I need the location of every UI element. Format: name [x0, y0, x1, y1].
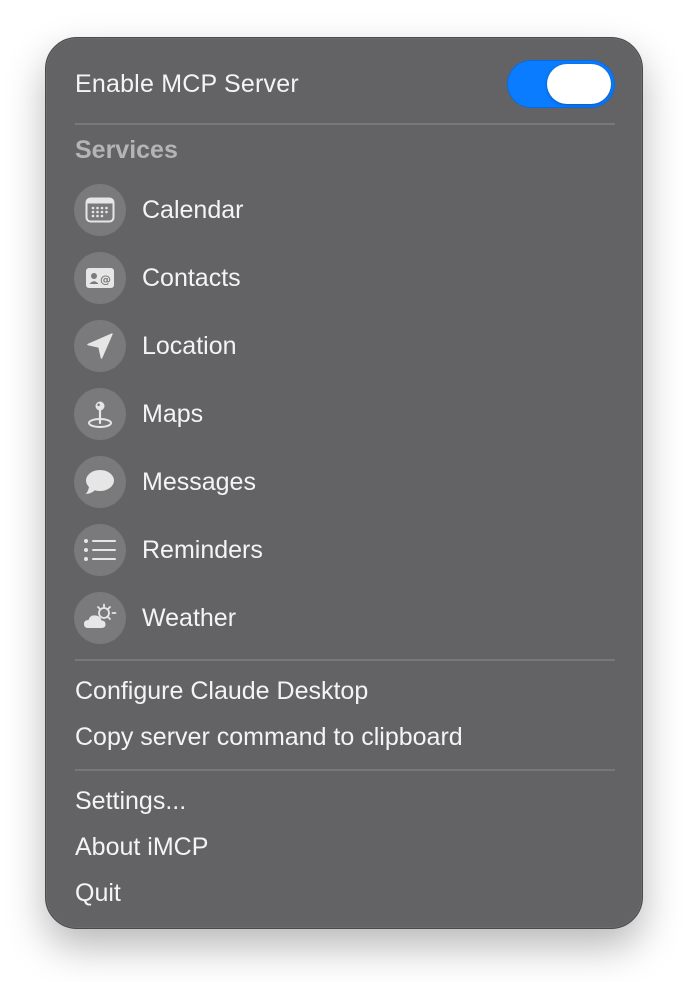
service-calendar[interactable]: Calendar: [74, 182, 614, 238]
service-maps[interactable]: Maps: [74, 386, 614, 442]
about-item[interactable]: About iMCP: [75, 833, 208, 862]
service-label: Calendar: [142, 195, 244, 224]
toggle-knob: [547, 64, 611, 104]
service-label: Messages: [142, 467, 256, 496]
quit-item[interactable]: Quit: [75, 879, 121, 908]
copy-server-command-item[interactable]: Copy server command to clipboard: [75, 723, 463, 752]
list-icon: [74, 524, 126, 576]
settings-item[interactable]: Settings...: [75, 787, 186, 816]
message-bubble-icon: [74, 456, 126, 508]
service-messages[interactable]: Messages: [74, 454, 614, 510]
services-header: Services: [75, 136, 178, 164]
contact-card-icon: @: [74, 252, 126, 304]
divider: [75, 659, 615, 661]
location-arrow-icon: [74, 320, 126, 372]
map-pin-icon: [74, 388, 126, 440]
service-contacts[interactable]: @ Contacts: [74, 250, 614, 306]
service-label: Contacts: [142, 263, 241, 292]
service-label: Reminders: [142, 535, 263, 564]
configure-claude-desktop-item[interactable]: Configure Claude Desktop: [75, 677, 368, 706]
divider: [75, 123, 615, 125]
divider: [75, 769, 615, 771]
enable-server-row[interactable]: Enable MCP Server: [75, 58, 615, 110]
service-label: Location: [142, 331, 237, 360]
enable-server-label: Enable MCP Server: [75, 69, 299, 98]
service-label: Maps: [142, 399, 204, 428]
service-weather[interactable]: Weather: [74, 590, 614, 646]
enable-server-toggle[interactable]: [507, 60, 615, 108]
service-reminders[interactable]: Reminders: [74, 522, 614, 578]
service-label: Weather: [142, 603, 237, 632]
calendar-icon: [74, 184, 126, 236]
svg-text:@: @: [100, 273, 111, 286]
cloud-sun-icon: [74, 592, 126, 644]
service-location[interactable]: Location: [74, 318, 614, 374]
menu-bar-dropdown: Enable MCP Server Services Calendar @ Co…: [45, 37, 643, 929]
